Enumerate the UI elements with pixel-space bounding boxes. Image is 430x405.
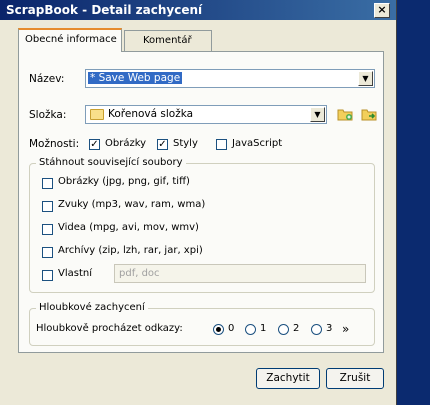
option-images-checkbox[interactable]: ✓ (89, 139, 100, 150)
depth-radio-3-label: 3 (326, 323, 333, 334)
window-title: ScrapBook - Detail zachycení (6, 3, 203, 17)
custom-extensions-field[interactable]: pdf, doc (114, 264, 366, 283)
name-value: * Save Web page (88, 72, 183, 84)
option-javascript-label: JavaScript (232, 138, 283, 149)
folder-new-icon[interactable] (337, 107, 353, 121)
download-archives-label: Archívy (zip, lzh, rar, jar, xpi) (58, 245, 203, 256)
folder-icon (90, 109, 104, 120)
depth-radio-3[interactable] (311, 324, 322, 335)
download-images-label: Obrázky (jpg, png, gif, tiff) (58, 176, 190, 187)
option-styles-label: Styly (173, 138, 198, 149)
option-javascript-checkbox[interactable] (216, 139, 227, 150)
folder-dropdown-arrow[interactable]: ▼ (310, 107, 325, 122)
download-group-title: Stáhnout související soubory (36, 157, 186, 168)
depth-radio-0[interactable] (213, 324, 224, 335)
dialog-window: ScrapBook - Detail zachycení × Obecné in… (0, 0, 397, 405)
depth-radio-1[interactable] (245, 324, 256, 335)
tab-general[interactable]: Obecné informace (18, 28, 122, 52)
depth-radio-2-label: 2 (293, 323, 300, 334)
name-dropdown-arrow[interactable]: ▼ (358, 71, 373, 86)
option-styles-checkbox[interactable]: ✓ (157, 139, 168, 150)
capture-button[interactable]: Zachytit (256, 368, 320, 389)
title-bar[interactable]: ScrapBook - Detail zachycení × (0, 0, 396, 20)
download-audio-checkbox[interactable] (42, 201, 53, 212)
cancel-button[interactable]: Zrušit (326, 368, 384, 389)
name-label: Název: (29, 73, 65, 85)
depth-group: Hloubkové zachycení Hloubkově procházet … (29, 302, 375, 346)
download-custom-label: Vlastní (58, 268, 92, 279)
depth-radio-1-label: 1 (260, 323, 267, 334)
download-audio-label: Zvuky (mp3, wav, ram, wma) (58, 199, 206, 210)
general-panel: Název: * Save Web page ▼ Složka: Kořenov… (18, 51, 384, 353)
options-label: Možnosti: (29, 138, 80, 150)
tab-comment[interactable]: Komentář (124, 30, 212, 51)
depth-radio-0-label: 0 (228, 323, 235, 334)
download-images-checkbox[interactable] (42, 178, 53, 189)
close-button[interactable]: × (374, 3, 390, 18)
option-images-label: Obrázky (105, 138, 147, 149)
download-video-checkbox[interactable] (42, 224, 53, 235)
depth-label: Hloubkově procházet odkazy: (36, 323, 183, 334)
download-archives-checkbox[interactable] (42, 247, 53, 258)
folder-label: Složka: (29, 109, 67, 121)
download-group: Stáhnout související soubory Obrázky (jp… (29, 157, 375, 293)
download-video-label: Videa (mpg, avi, mov, wmv) (58, 222, 199, 233)
depth-radio-2[interactable] (278, 324, 289, 335)
folder-combo[interactable]: Kořenová složka ▼ (85, 105, 327, 124)
tab-general-label: Obecné informace (25, 34, 117, 45)
tab-comment-label: Komentář (143, 35, 192, 46)
download-custom-checkbox[interactable] (42, 270, 53, 281)
depth-more-button[interactable]: » (342, 322, 349, 336)
name-combo[interactable]: * Save Web page ▼ (85, 69, 375, 88)
folder-value: Kořenová složka (108, 108, 194, 120)
folder-go-icon[interactable] (361, 107, 377, 121)
depth-group-title: Hloubkové zachycení (36, 302, 148, 313)
